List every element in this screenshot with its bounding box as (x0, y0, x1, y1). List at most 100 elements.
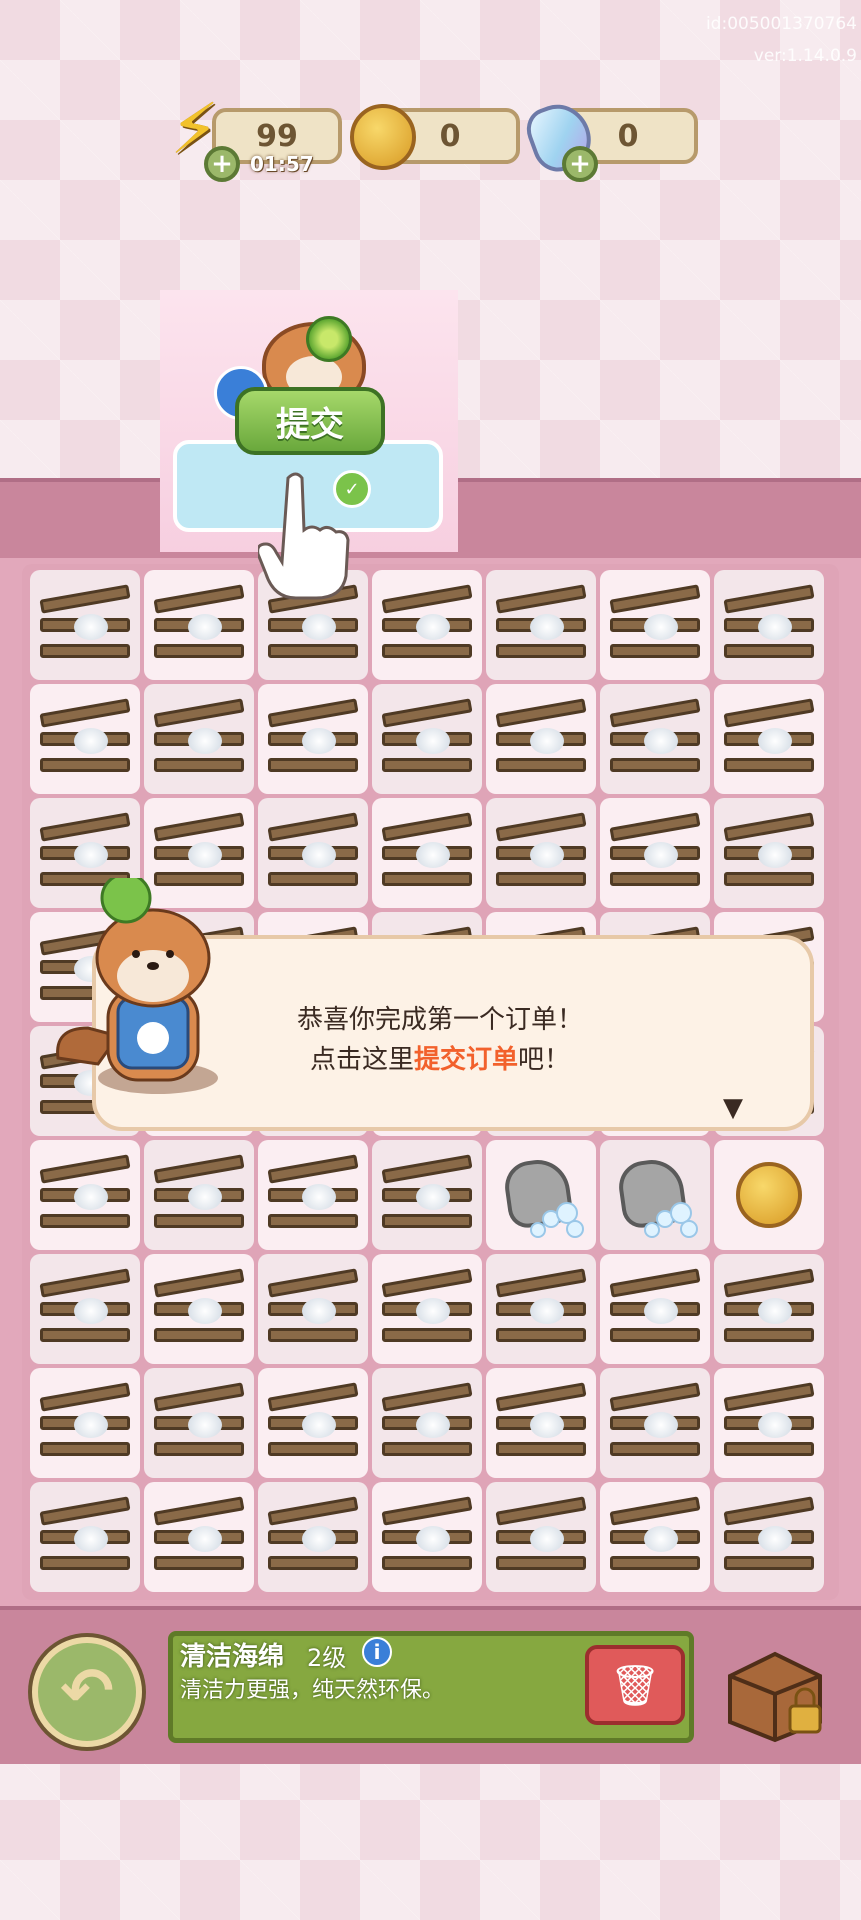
undo-button[interactable]: ↶ (32, 1637, 142, 1747)
suds-icon (188, 1526, 222, 1552)
board-cell-crate[interactable] (258, 1482, 368, 1592)
suds-icon (644, 842, 678, 868)
board-cell-crate[interactable] (600, 570, 710, 680)
crate-plank (381, 1154, 473, 1184)
board-cell-crate[interactable] (486, 1368, 596, 1478)
coin-value: 0 (439, 118, 461, 154)
board-cell-crate[interactable] (600, 684, 710, 794)
crate-plank (496, 1328, 586, 1342)
suds-icon (74, 842, 108, 868)
board-cell-crate[interactable] (144, 1254, 254, 1364)
board-cell-crate[interactable] (372, 1254, 482, 1364)
crate-plank (268, 1556, 358, 1570)
add-energy-button[interactable]: + (204, 146, 240, 182)
suds-icon (530, 1298, 564, 1324)
suds-icon (758, 1526, 792, 1552)
board-cell-coin[interactable] (714, 1140, 824, 1250)
suds-icon (74, 1412, 108, 1438)
board-cell-crate[interactable] (30, 1368, 140, 1478)
board-cell-crate[interactable] (486, 570, 596, 680)
board-cell-crate[interactable] (258, 1140, 368, 1250)
board-cell-crate[interactable] (600, 1254, 710, 1364)
board-cell-crate[interactable] (144, 1368, 254, 1478)
board-cell-crate[interactable] (486, 1482, 596, 1592)
board-cell-crate[interactable] (30, 1140, 140, 1250)
wooden-crate-icon (39, 1154, 131, 1232)
board-cell-crate[interactable] (600, 798, 710, 908)
board-cell-crate[interactable] (144, 1140, 254, 1250)
board-cell-crate[interactable] (30, 1254, 140, 1364)
wooden-crate-icon (723, 1268, 815, 1346)
crate-plank (382, 1214, 472, 1228)
board-cell-crate[interactable] (30, 1482, 140, 1592)
crate-plank (496, 644, 586, 658)
locked-storage-chest[interactable] (720, 1636, 830, 1746)
board-cell-crate[interactable] (714, 1482, 824, 1592)
board-cell-crate[interactable] (486, 684, 596, 794)
board-cell-crate[interactable] (714, 684, 824, 794)
board-cell-crate[interactable] (258, 1254, 368, 1364)
wooden-crate-icon (495, 1496, 587, 1574)
wooden-crate-icon (495, 584, 587, 662)
board-cell-crate[interactable] (144, 684, 254, 794)
add-gem-button[interactable]: + (562, 146, 598, 182)
board-cell-crate[interactable] (600, 1482, 710, 1592)
board-cell-crate[interactable] (714, 1254, 824, 1364)
board-cell-rock[interactable] (486, 1140, 596, 1250)
crate-plank (153, 812, 245, 842)
crate-plank (267, 698, 359, 728)
crate-plank (381, 1496, 473, 1526)
crate-plank (724, 1328, 814, 1342)
wooden-crate-icon (39, 1382, 131, 1460)
board-cell-crate[interactable] (372, 1368, 482, 1478)
suds-icon (416, 614, 450, 640)
wooden-crate-icon (723, 1382, 815, 1460)
submit-order-button[interactable]: 提交 (235, 387, 385, 455)
wooden-crate-icon (153, 698, 245, 776)
suds-icon (530, 1526, 564, 1552)
board-cell-crate[interactable] (372, 798, 482, 908)
crate-plank (609, 812, 701, 842)
wooden-crate-icon (381, 698, 473, 776)
board-cell-crate[interactable] (600, 1368, 710, 1478)
board-cell-crate[interactable] (372, 684, 482, 794)
crate-plank (609, 1496, 701, 1526)
wooden-crate-icon (723, 1496, 815, 1574)
delete-item-button[interactable]: 🗑 (585, 1645, 685, 1725)
board-cell-crate[interactable] (258, 798, 368, 908)
crate-plank (268, 872, 358, 886)
suds-icon (644, 1298, 678, 1324)
crate-plank (609, 1268, 701, 1298)
board-cell-crate[interactable] (30, 570, 140, 680)
bubble-icon (644, 1222, 660, 1238)
dialog-highlight: 提交订单 (413, 1045, 518, 1075)
board-cell-crate[interactable] (144, 570, 254, 680)
crate-plank (153, 1268, 245, 1298)
board-cell-crate[interactable] (486, 1254, 596, 1364)
continue-arrow-icon: ▼ (723, 1093, 743, 1123)
board-cell-crate[interactable] (372, 1482, 482, 1592)
board-cell-crate[interactable] (30, 684, 140, 794)
suds-icon (74, 728, 108, 754)
crate-plank (610, 872, 700, 886)
info-icon[interactable]: i (362, 1637, 392, 1667)
board-cell-crate[interactable] (144, 1482, 254, 1592)
dialog-line-1: 恭喜你完成第一个订单！ (296, 1005, 583, 1035)
board-cell-crate[interactable] (486, 798, 596, 908)
board-cell-rock[interactable] (600, 1140, 710, 1250)
wooden-crate-icon (39, 698, 131, 776)
suds-icon (644, 1412, 678, 1438)
wooden-crate-icon (39, 1496, 131, 1574)
wooden-crate-icon (495, 698, 587, 776)
board-cell-crate[interactable] (372, 1140, 482, 1250)
wooden-crate-icon (609, 698, 701, 776)
board-cell-crate[interactable] (258, 1368, 368, 1478)
crate-plank (609, 698, 701, 728)
board-cell-crate[interactable] (372, 570, 482, 680)
board-cell-crate[interactable] (258, 684, 368, 794)
board-cell-crate[interactable] (714, 570, 824, 680)
board-cell-crate[interactable] (714, 798, 824, 908)
wooden-crate-icon (267, 1268, 359, 1346)
wooden-crate-icon (381, 812, 473, 890)
board-cell-crate[interactable] (714, 1368, 824, 1478)
